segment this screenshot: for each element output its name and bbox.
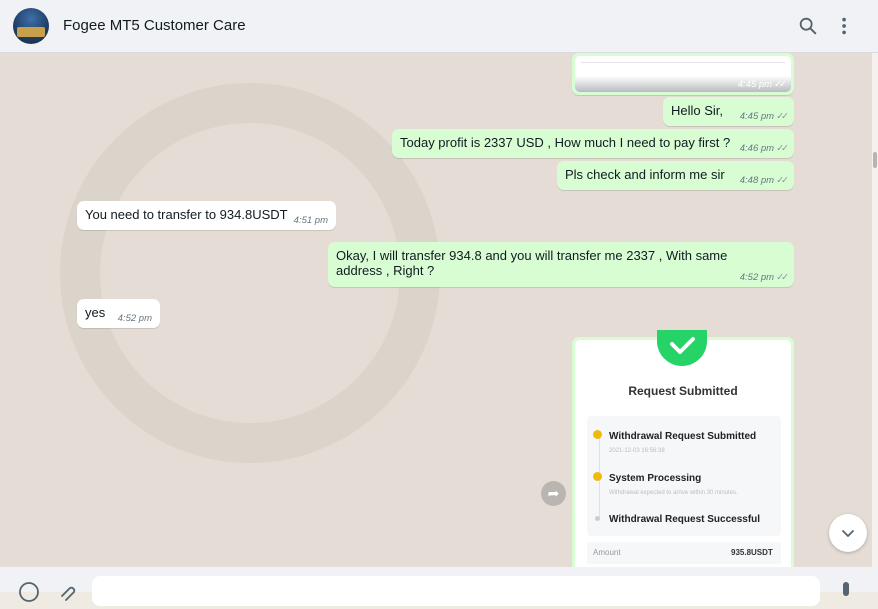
message-input[interactable] bbox=[92, 576, 820, 606]
read-ticks-icon: ✓✓ bbox=[776, 111, 789, 122]
message-time: 4:52 pm bbox=[117, 313, 152, 324]
step-label: System Processing bbox=[609, 473, 702, 484]
message-bubble-outgoing[interactable]: Today profit is 2337 USD , How much I ne… bbox=[392, 129, 794, 158]
message-time: 4:45 pm bbox=[737, 79, 773, 90]
message-text: yes bbox=[85, 305, 106, 320]
message-bubble-outgoing[interactable]: Hello Sir, 4:45 pm ✓✓ bbox=[663, 97, 794, 126]
chat-scrollbar[interactable] bbox=[872, 53, 878, 567]
step-label: Withdrawal Request Successful bbox=[609, 514, 761, 525]
image-message-tail[interactable]: 4:45 pm ✓✓ bbox=[572, 53, 794, 95]
message-time: 4:51 pm bbox=[293, 215, 328, 226]
scrollbar-thumb[interactable] bbox=[873, 152, 877, 168]
message-time: 4:46 pm bbox=[739, 143, 775, 154]
message-meta: 4:46 pm ✓✓ bbox=[739, 143, 789, 154]
contact-name[interactable]: Fogee MT5 Customer Care bbox=[63, 17, 246, 34]
message-time: 4:48 pm bbox=[739, 175, 775, 186]
step-sub: Withdrawal expected to arrive within 30 … bbox=[609, 490, 738, 496]
scroll-to-bottom-button[interactable] bbox=[829, 514, 867, 552]
image-divider bbox=[581, 62, 785, 63]
message-meta: 4:51 pm bbox=[294, 215, 328, 226]
chevron-down-icon bbox=[842, 530, 854, 537]
menu-icon[interactable] bbox=[834, 15, 856, 37]
message-bubble-incoming[interactable]: yes 4:52 pm bbox=[77, 299, 160, 328]
read-ticks-icon: ✓✓ bbox=[776, 272, 789, 283]
message-meta: 4:52 pm ✓✓ bbox=[739, 272, 789, 283]
amount-value: 935.8USDT bbox=[731, 548, 773, 557]
contact-avatar[interactable] bbox=[13, 8, 49, 44]
read-ticks-icon: ✓✓ bbox=[776, 175, 789, 186]
step-pending-icon bbox=[595, 516, 600, 521]
message-bubble-outgoing[interactable]: Pls check and inform me sir 4:48 pm ✓✓ bbox=[557, 161, 794, 190]
message-time: 4:52 pm bbox=[739, 272, 775, 283]
message-time: 4:45 pm bbox=[739, 111, 775, 122]
amount-label: Amount bbox=[593, 548, 621, 557]
message-text: You need to transfer to 934.8USDT bbox=[85, 207, 288, 222]
message-meta: 4:52 pm bbox=[118, 313, 152, 324]
check-circle-icon bbox=[657, 330, 707, 366]
message-meta: 4:45 pm ✓✓ bbox=[737, 79, 787, 90]
message-bubble-outgoing[interactable]: Okay, I will transfer 934.8 and you will… bbox=[328, 242, 794, 287]
read-ticks-icon: ✓✓ bbox=[774, 79, 787, 90]
message-text: Today profit is 2337 USD , How much I ne… bbox=[400, 135, 731, 150]
message-text: Hello Sir, bbox=[671, 103, 724, 118]
message-text: Pls check and inform me sir bbox=[565, 167, 725, 182]
receipt-title: Request Submitted bbox=[628, 384, 738, 398]
chat-header: Fogee MT5 Customer Care bbox=[0, 0, 878, 53]
step-sub: 2021-12-03 16:56:38 bbox=[609, 448, 665, 454]
search-icon[interactable] bbox=[797, 15, 819, 37]
message-meta: 4:48 pm ✓✓ bbox=[739, 175, 789, 186]
message-text: Okay, I will transfer 934.8 and you will… bbox=[336, 248, 728, 278]
microphone-icon[interactable] bbox=[834, 580, 858, 604]
step-check-icon bbox=[593, 472, 602, 481]
read-ticks-icon: ✓✓ bbox=[776, 143, 789, 154]
step-label: Withdrawal Request Submitted bbox=[609, 431, 757, 442]
message-meta: 4:45 pm ✓✓ bbox=[739, 111, 789, 122]
step-check-icon bbox=[593, 430, 602, 439]
attach-icon[interactable] bbox=[55, 580, 79, 604]
emoji-icon[interactable] bbox=[17, 580, 41, 604]
forward-icon[interactable]: ➦ bbox=[541, 481, 566, 506]
message-bubble-incoming[interactable]: You need to transfer to 934.8USDT 4:51 p… bbox=[77, 201, 336, 230]
